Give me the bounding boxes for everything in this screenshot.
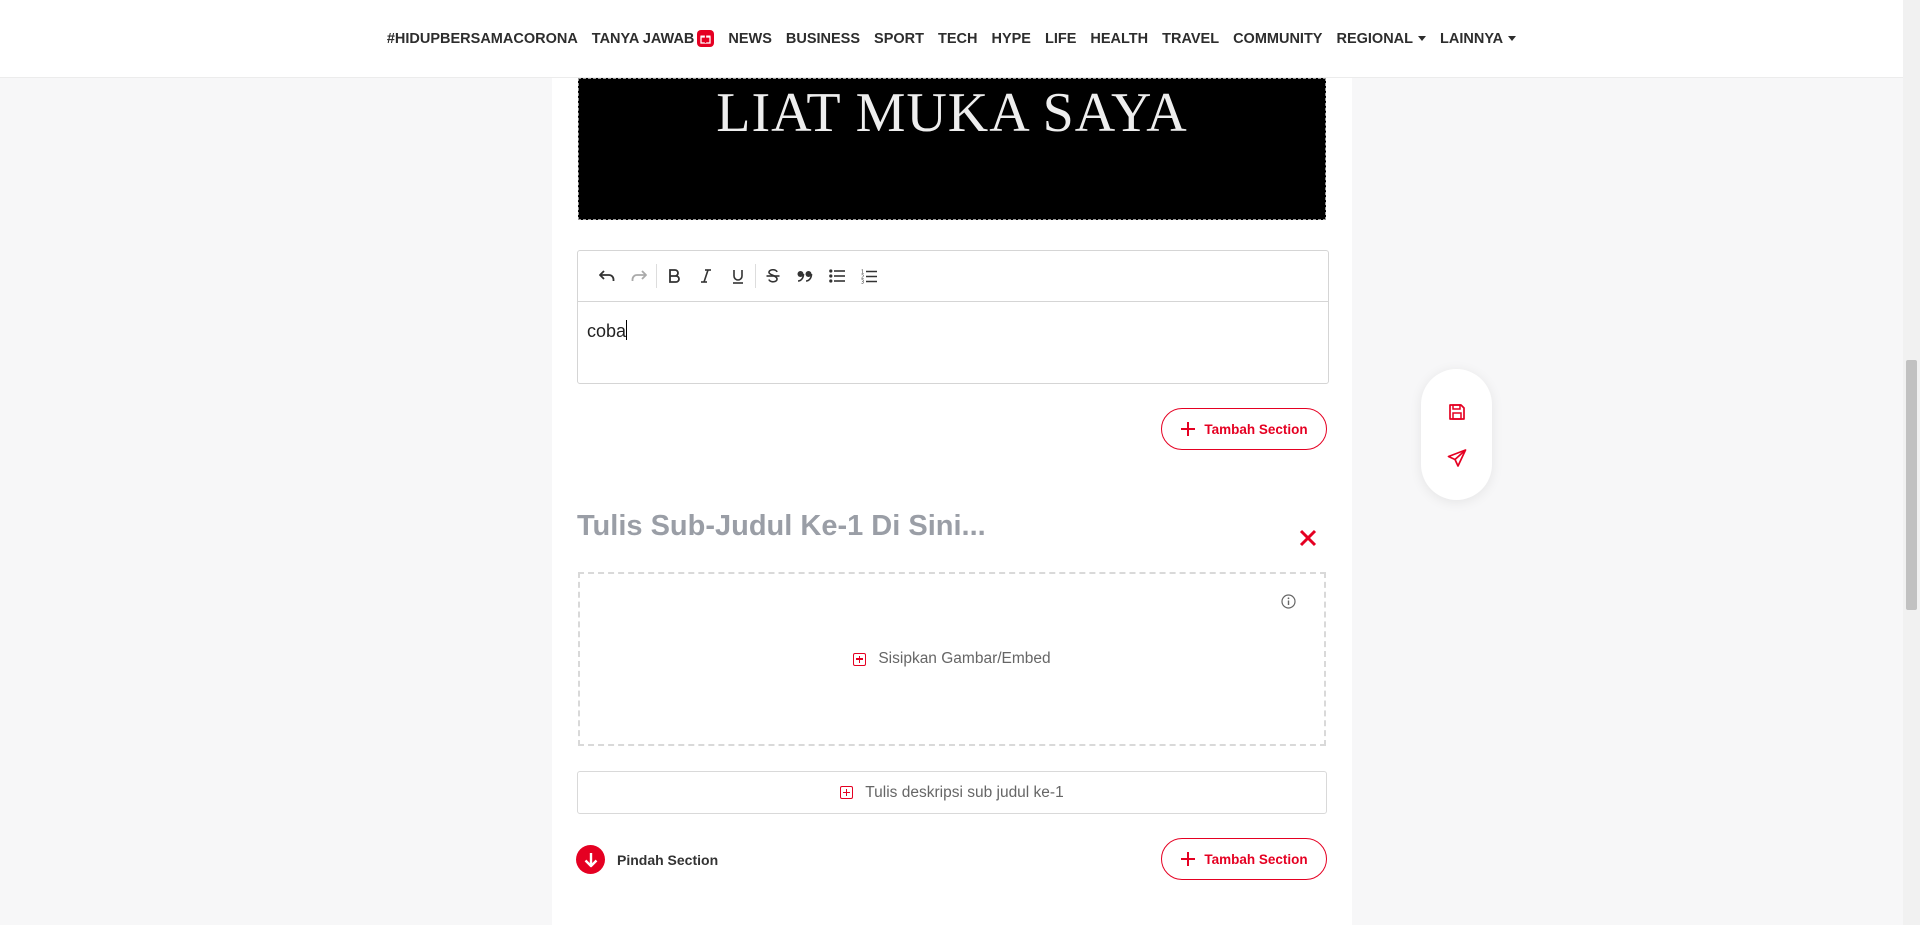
- subtitle-description-field[interactable]: Tulis deskripsi sub judul ke-1: [577, 771, 1327, 814]
- toolbar-divider: [656, 264, 657, 288]
- toolbar-divider: [755, 264, 756, 288]
- gift-icon: [697, 30, 715, 47]
- plus-icon: [1181, 422, 1196, 436]
- add-section-label: Tambah Section: [1204, 421, 1308, 437]
- subtitle-input[interactable]: Tulis Sub-Judul Ke-1 Di Sini...: [577, 510, 986, 543]
- plus-icon: [1181, 852, 1196, 866]
- nav-list: #HIDUPBERSAMACORONA TANYA JAWAB NEWS BUS…: [387, 30, 1517, 47]
- save-icon[interactable]: [1445, 401, 1469, 423]
- nav-item-business[interactable]: BUSINESS: [786, 31, 860, 47]
- add-section-button[interactable]: Tambah Section: [1161, 408, 1327, 450]
- text-cursor: [626, 320, 628, 340]
- insert-media-label: Sisipkan Gambar/Embed: [878, 650, 1051, 667]
- nav-item-lainnya[interactable]: LAINNYA: [1440, 31, 1517, 47]
- plus-square-icon: [840, 786, 854, 799]
- section-image[interactable]: LIAT MUKA SAYA: [578, 78, 1326, 220]
- quote-icon[interactable]: [789, 260, 821, 292]
- rich-text-editor: 123 coba: [577, 250, 1329, 384]
- move-section-button[interactable]: Pindah Section: [576, 845, 718, 874]
- nav-item-hidupbersamacorona[interactable]: #HIDUPBERSAMACORONA: [387, 31, 578, 47]
- strikethrough-icon[interactable]: [757, 260, 789, 292]
- nav-item-life[interactable]: LIFE: [1045, 31, 1076, 47]
- send-icon[interactable]: [1445, 447, 1469, 469]
- nav-item-tech[interactable]: TECH: [938, 31, 977, 47]
- info-icon[interactable]: [1281, 594, 1296, 609]
- editor-text: coba: [587, 321, 627, 341]
- add-section-button[interactable]: Tambah Section: [1161, 838, 1327, 880]
- floating-action-bar: [1421, 369, 1492, 500]
- description-placeholder: Tulis deskripsi sub judul ke-1: [865, 783, 1064, 801]
- nav-item-tanya-jawab[interactable]: TANYA JAWAB: [592, 30, 715, 47]
- nav-item-health[interactable]: HEALTH: [1090, 31, 1148, 47]
- bold-icon[interactable]: [658, 260, 690, 292]
- underline-icon[interactable]: [722, 260, 754, 292]
- nav-item-community[interactable]: COMMUNITY: [1233, 31, 1322, 47]
- insert-media-content: Sisipkan Gambar/Embed: [853, 650, 1051, 668]
- redo-icon[interactable]: [623, 260, 655, 292]
- editor-toolbar: 123: [578, 251, 1328, 302]
- caret-down-icon: [1418, 36, 1427, 41]
- italic-icon[interactable]: [690, 260, 722, 292]
- add-section-label: Tambah Section: [1204, 851, 1308, 867]
- move-section-label: Pindah Section: [617, 851, 719, 868]
- nav-item-hype[interactable]: HYPE: [991, 31, 1031, 47]
- plus-square-icon: [853, 652, 867, 666]
- nav-item-sport[interactable]: SPORT: [874, 31, 924, 47]
- undo-icon[interactable]: [591, 260, 623, 292]
- numbered-list-icon[interactable]: 123: [853, 260, 885, 292]
- caret-down-icon: [1508, 36, 1517, 41]
- insert-media-dropzone[interactable]: Sisipkan Gambar/Embed: [578, 572, 1326, 746]
- scrollbar-thumb[interactable]: [1906, 360, 1917, 610]
- close-icon[interactable]: [1297, 527, 1319, 549]
- svg-text:3: 3: [861, 279, 864, 284]
- bullet-list-icon[interactable]: [821, 260, 853, 292]
- nav-item-regional[interactable]: REGIONAL: [1336, 31, 1427, 47]
- arrow-down-icon: [576, 845, 605, 874]
- nav-item-travel[interactable]: TRAVEL: [1162, 31, 1219, 47]
- page-scrollbar[interactable]: [1903, 0, 1920, 925]
- nav-item-news[interactable]: NEWS: [728, 31, 772, 47]
- top-navigation: #HIDUPBERSAMACORONA TANYA JAWAB NEWS BUS…: [0, 0, 1903, 78]
- image-caption-text: LIAT MUKA SAYA: [716, 82, 1188, 144]
- editor-text-area[interactable]: coba: [578, 302, 1328, 360]
